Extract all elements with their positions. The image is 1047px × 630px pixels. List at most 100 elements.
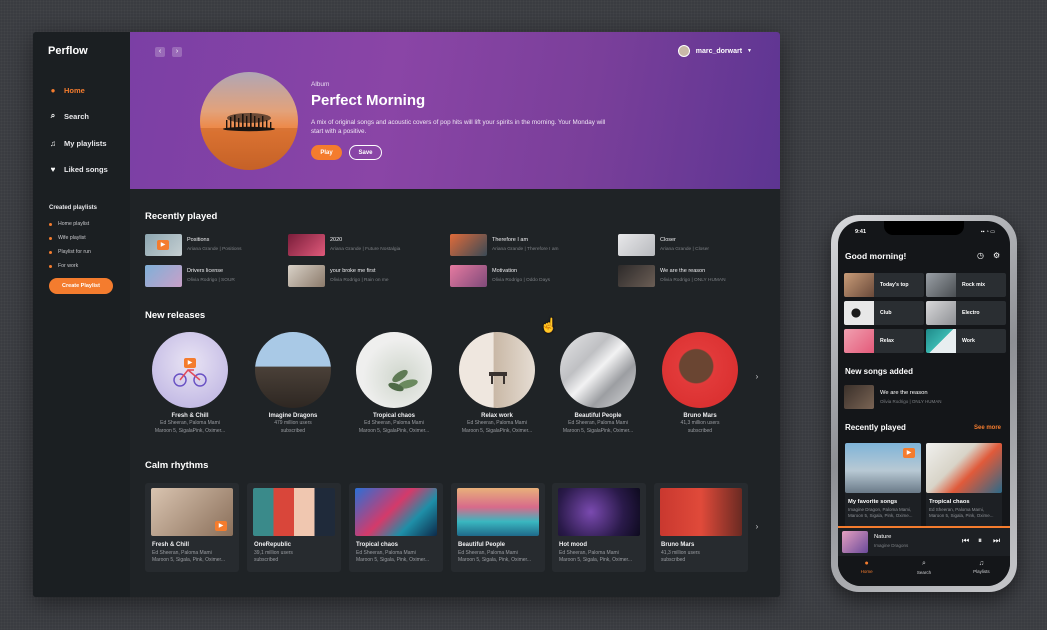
next-arrow-button[interactable]: › [751,371,763,383]
recent-card[interactable]: Tropical chaos Ed Sheeran, Paloma Mami, … [926,443,1002,529]
playlist-item[interactable]: Playlist for run [49,249,91,255]
release-name: Fresh & Chill [171,413,209,419]
tile-label: Club [880,310,892,316]
tile-label: Electro [962,310,980,316]
bullet-icon [49,264,52,268]
mix-tile[interactable]: Club [844,301,924,325]
track-title: Motivation [492,268,518,274]
pause-icon[interactable]: ⏸ [978,536,982,546]
new-song-item[interactable]: We are the reason Olivia Rodrigo | ONLY … [844,385,1004,409]
release-name: Imagine Dragons [268,413,318,419]
track-thumbnail [450,265,487,287]
calm-card[interactable]: Tropical chaos Ed Sheeran, Paloma Mami M… [349,483,443,572]
calm-cover [660,488,742,536]
sidebar: Perflow ● Home ⌕ Search ♫ My playlists ♥… [33,32,130,597]
calm-card[interactable]: Bruno Mars 41,3 million users subscribed [654,483,748,572]
calm-cover [558,488,640,536]
nav-liked-songs[interactable]: ♥ Liked songs [48,161,130,177]
recent-track[interactable]: Therefore I am Ariana Grande | Therefore… [450,234,610,258]
previous-track-icon[interactable]: ⏮ [962,536,969,546]
track-artist: Olivia Rodrigo | ONLY HUMAN [660,278,726,283]
recent-track[interactable]: Drivers license Olivia Rodrigo | SOUR [145,265,305,289]
release-cover: ▶ [152,332,228,408]
recent-track[interactable]: 2020 Ariana Grande | Future Nostalgia [288,234,448,258]
recent-card[interactable]: ▶ My favorite songs Imagine Dragon, Palo… [845,443,921,529]
bicycle-icon [173,368,207,387]
nav-my-playlists[interactable]: ♫ My playlists [48,135,130,151]
track-thumbnail [618,265,655,287]
release-name: Beautiful People [574,413,622,419]
save-button[interactable]: Save [349,145,382,160]
playlist-item[interactable]: For work [49,263,78,269]
mix-tile[interactable]: Rock mix [926,273,1006,297]
tab-playlists[interactable]: ♫ Playlists [953,556,1010,586]
nav-home[interactable]: ● Home [48,82,130,98]
playlist-item[interactable]: Wife playlist [49,235,86,241]
app-logo[interactable]: Perflow [48,45,88,57]
see-more-link[interactable]: See more [974,425,1001,431]
greeting: Good morning! [845,251,907,261]
tab-home[interactable]: ● Home [838,556,895,586]
release-card[interactable]: Tropical chaos Ed Sheeran, Paloma Mami M… [348,332,440,435]
tile-image [926,301,956,325]
recent-track[interactable]: your broke me first Olivia Rodrigo | Rai… [288,265,448,289]
track-thumbnail: ▶ [145,234,182,256]
recent-line2: Maroon 5, Sigala, Pink, Oxime... [929,513,994,518]
mix-tile[interactable]: Electro [926,301,1006,325]
release-card[interactable]: ▶ Fresh & Chill Ed Sheeran, Paloma Mami … [144,332,236,435]
tile-label: Relax [880,338,894,344]
tile-image [926,329,956,353]
forward-arrow-button[interactable]: › [172,47,182,57]
calm-card[interactable]: Beautiful People Ed Sheeran, Paloma Mami… [451,483,545,572]
album-cover [200,72,298,170]
tab-search[interactable]: ⌕ Search [895,556,952,586]
calm-rhythms-title: Calm rhythms [145,460,209,471]
hand-cursor-icon: ☝ [540,317,558,333]
user-menu[interactable]: marc_dorwart ▼ [677,45,752,57]
next-track-icon[interactable]: ⏭ [993,536,1000,546]
calm-card[interactable]: OneRepublic 39,1 million users subscribe… [247,483,341,572]
flame-icon: ● [50,85,56,95]
release-card[interactable]: Imagine Dragons 479 million users subscr… [247,332,339,435]
recent-track[interactable]: Closer Ariana Grande | Closer [618,234,778,258]
calm-cover: ▶ [151,488,233,536]
recent-track[interactable]: Motivation Olivia Rodrigo | Oddo Days [450,265,610,289]
release-cover [560,332,636,408]
history-icon[interactable]: ◷ [977,251,984,260]
play-button[interactable]: Play [311,145,342,160]
release-cover [255,332,331,408]
mix-tile[interactable]: Today's top [844,273,924,297]
release-card[interactable]: Bruno Mars 41,3 million users subscribed [654,332,746,435]
release-line2: subscribed [280,428,306,434]
playlist-item-label: Playlist for run [58,249,91,255]
release-line1: 41,3 million users [680,420,720,426]
calm-name: OneRepublic [254,542,292,548]
release-card[interactable]: Beautiful People Ed Sheeran, Paloma Mami… [552,332,644,435]
calm-card[interactable]: Hot mood Ed Sheeran, Paloma Mami Maroon … [552,483,646,572]
release-card[interactable]: Relax work Ed Sheeran, Paloma Mami Maroo… [451,332,543,435]
recent-cover [926,443,1002,493]
recently-played-title: Recently played [845,423,906,432]
recent-track[interactable]: ▶ Positions Ariana Grande | Positions [145,234,305,258]
bullet-icon [49,236,52,240]
bullet-icon [49,222,52,226]
recent-name: My favorite songs [848,499,898,505]
mix-tile[interactable]: Relax [844,329,924,353]
release-name: Relax work [481,413,513,419]
tile-image [926,273,956,297]
calm-card[interactable]: ▶ Fresh & Chill Ed Sheeran, Paloma Mami … [145,483,239,572]
nav-playlists-label: My playlists [64,138,107,148]
nav-search[interactable]: ⌕ Search [48,108,130,124]
now-playing-artist: Imagine Dragons [874,543,909,548]
settings-gear-icon[interactable]: ⚙ [993,251,1000,260]
playlist-item[interactable]: Home playlist [49,221,89,227]
calm-line2: subscribed [254,557,279,563]
mix-tile[interactable]: Work [926,329,1006,353]
next-arrow-button[interactable]: › [751,521,763,533]
back-arrow-button[interactable]: ‹ [155,47,165,57]
mini-player[interactable]: Nature Imagine Dragons ⏮ ⏸ ⏭ [838,526,1010,556]
track-title: We are the reason [660,268,706,274]
recent-track[interactable]: We are the reason Olivia Rodrigo | ONLY … [618,265,778,289]
create-playlist-button[interactable]: Create Playlist [49,278,113,294]
now-playing-cover [842,531,868,553]
